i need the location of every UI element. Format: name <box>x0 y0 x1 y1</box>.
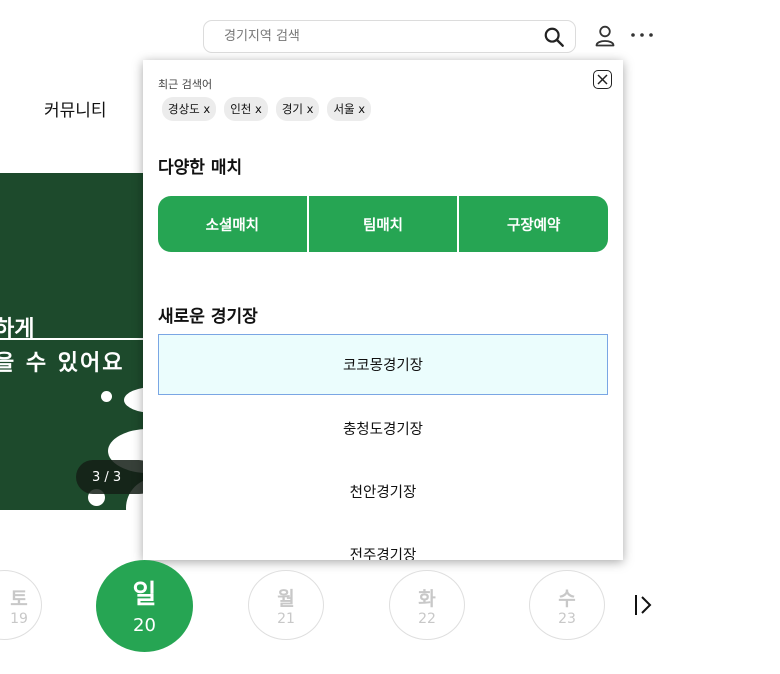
recent-searches-label: 최근 검색어 <box>158 78 213 91</box>
date-weekday: 일 <box>132 580 157 610</box>
banner-decoration <box>101 391 112 402</box>
date-number: 19 <box>10 611 28 627</box>
social-match-button[interactable]: 소셜매치 <box>158 196 307 252</box>
close-icon <box>597 74 608 85</box>
date-number: 20 <box>133 615 156 636</box>
date-item[interactable]: 화 22 <box>389 570 465 640</box>
stadium-reservation-button[interactable]: 구장예약 <box>459 196 608 252</box>
date-item-selected[interactable]: 일 20 <box>96 560 193 652</box>
banner-text-line2: 을 수 있어요 <box>0 351 125 376</box>
search-dropdown: 최근 검색어 경상도 x 인천 x 경기 x 서울 x 다양한 매치 소셜매치 … <box>143 60 623 560</box>
more-icon[interactable] <box>630 27 654 43</box>
search-input[interactable] <box>222 28 543 45</box>
recent-search-chip[interactable]: 서울 x <box>327 97 372 121</box>
search-icon[interactable] <box>543 26 565 48</box>
date-number: 21 <box>277 611 295 627</box>
date-number: 23 <box>558 611 576 627</box>
stadium-item[interactable]: 충청도경기장 <box>158 397 608 460</box>
team-match-button[interactable]: 팀매치 <box>308 196 458 252</box>
stadium-section-title: 새로운 경기장 <box>158 307 258 327</box>
match-section-title: 다양한 매치 <box>158 158 243 178</box>
stadium-item[interactable]: 코코몽경기장 <box>158 334 608 395</box>
recent-search-chip[interactable]: 인천 x <box>224 97 268 121</box>
search-bar[interactable] <box>203 20 576 53</box>
stadium-item[interactable]: 천안경기장 <box>158 460 608 523</box>
date-weekday: 토 <box>10 588 28 610</box>
recent-search-chip[interactable]: 경기 x <box>275 97 320 121</box>
date-number: 22 <box>418 611 436 627</box>
recent-search-chip[interactable]: 경상도 x <box>162 97 217 121</box>
next-dates-arrow-icon[interactable] <box>634 592 654 618</box>
stadium-item[interactable]: 전주경기장 <box>158 523 608 560</box>
date-weekday: 화 <box>418 588 436 610</box>
close-button[interactable] <box>593 70 612 89</box>
match-type-buttons: 소셜매치 팀매치 구장예약 <box>158 196 608 252</box>
nav-community[interactable]: 커뮤니티 <box>44 96 107 121</box>
user-icon[interactable] <box>593 24 617 48</box>
date-weekday: 수 <box>558 588 576 610</box>
stadium-list: 코코몽경기장 충청도경기장 천안경기장 전주경기장 <box>158 334 608 560</box>
date-item[interactable]: 월 21 <box>248 570 324 640</box>
recent-search-chips: 경상도 x 인천 x 경기 x 서울 x <box>162 97 372 121</box>
date-weekday: 월 <box>277 588 295 610</box>
date-item[interactable]: 수 23 <box>529 570 605 640</box>
date-item[interactable]: 토 19 <box>0 570 42 640</box>
